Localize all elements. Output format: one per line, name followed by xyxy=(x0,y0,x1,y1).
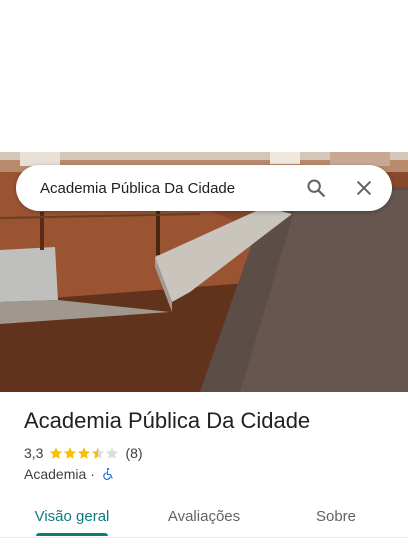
place-category: Academia xyxy=(24,466,87,482)
search-input[interactable]: Academia Pública Da Cidade xyxy=(16,180,292,197)
rating-row[interactable]: 3,3 (8) xyxy=(24,444,143,462)
clear-search-button[interactable] xyxy=(340,165,388,211)
tab-about[interactable]: Sobre xyxy=(264,494,408,538)
tab-reviews[interactable]: Avaliações xyxy=(144,494,264,538)
place-tabs: Visão geral Avaliações Sobre xyxy=(0,494,408,538)
star-empty-icon xyxy=(106,447,119,459)
close-icon xyxy=(357,181,371,195)
search-bar[interactable]: Academia Pública Da Cidade xyxy=(16,165,392,211)
tab-label: Visão geral xyxy=(34,507,110,525)
search-button[interactable] xyxy=(292,165,340,211)
rating-value: 3,3 xyxy=(24,445,44,461)
tab-label: Avaliações xyxy=(167,507,241,525)
search-icon xyxy=(307,179,325,197)
star-half-icon xyxy=(92,447,105,459)
place-title: Academia Pública Da Cidade xyxy=(24,408,311,433)
active-tab-indicator xyxy=(36,533,108,536)
place-details-page: Academia Pública Da Cidade Academia Públ… xyxy=(0,0,408,544)
tab-label: Sobre xyxy=(315,507,357,525)
star-icon xyxy=(64,447,77,459)
category-row: Academia · xyxy=(24,465,115,483)
tab-overview[interactable]: Visão geral xyxy=(0,494,144,538)
tabs-divider xyxy=(0,537,408,538)
star-icon xyxy=(78,447,91,459)
star-icon xyxy=(50,447,63,459)
wheelchair-icon xyxy=(103,467,113,480)
review-count[interactable]: (8) xyxy=(125,445,142,461)
separator: · xyxy=(90,466,95,482)
rating-stars xyxy=(49,446,119,460)
